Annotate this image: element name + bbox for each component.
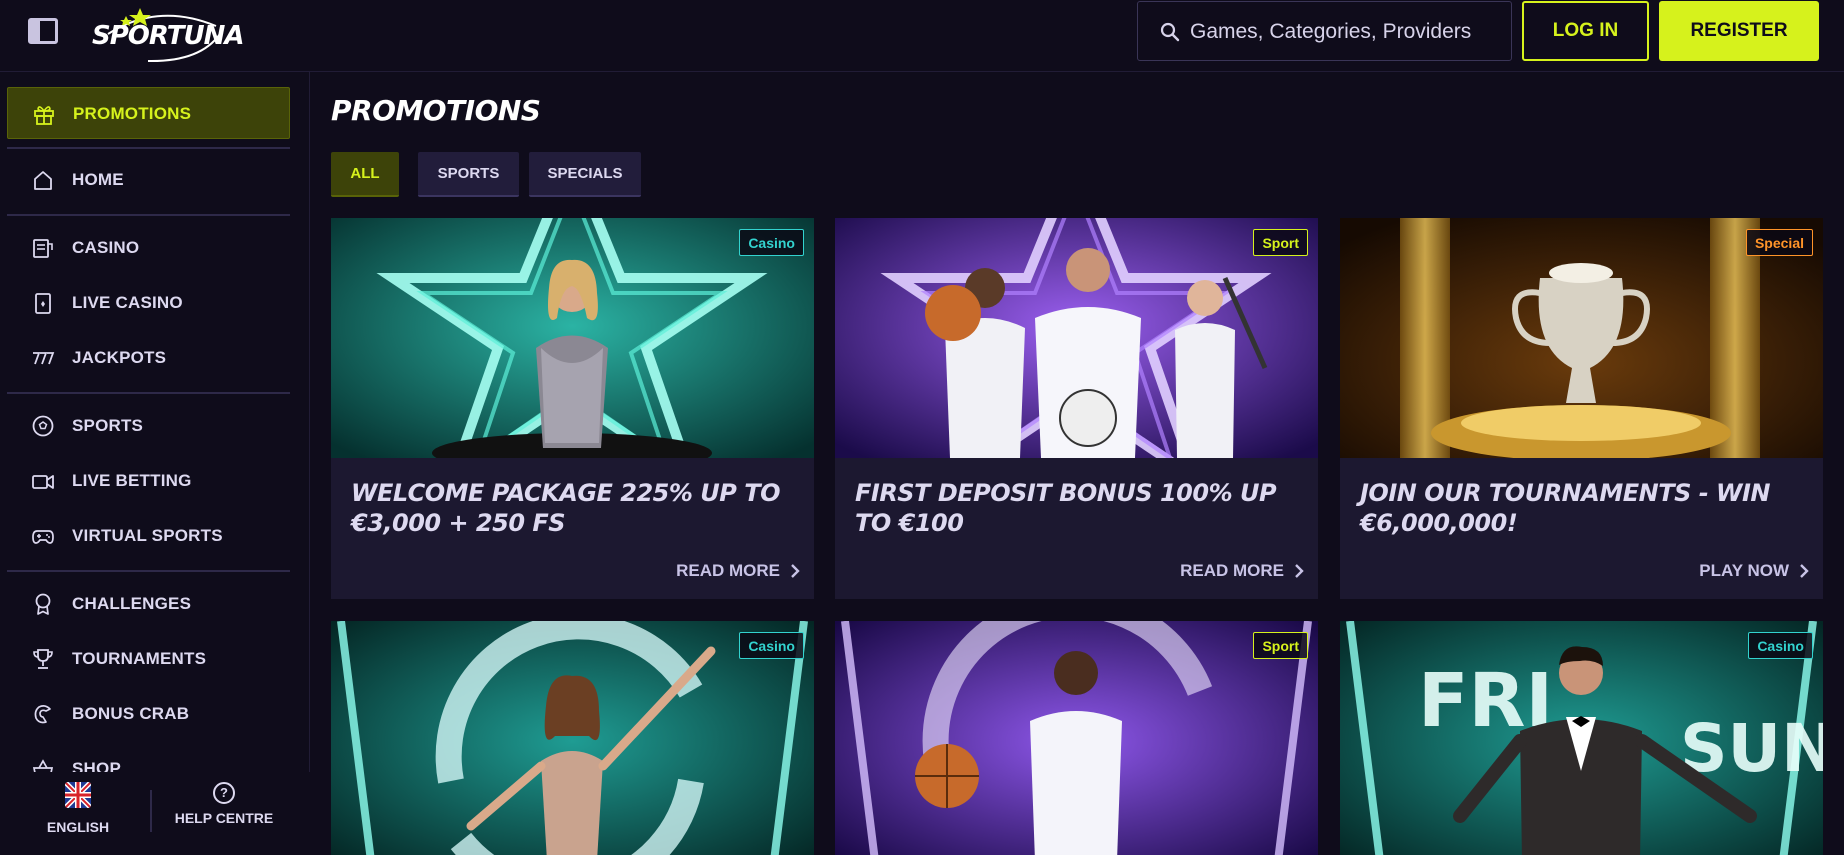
sidebar-item-label: HOME xyxy=(72,170,124,189)
language-label: ENGLISH xyxy=(46,819,110,835)
question-mark-icon: ? xyxy=(213,782,235,804)
sidebar-item-label: CHALLENGES xyxy=(72,594,192,613)
category-badge: Casino xyxy=(739,229,804,256)
chevron-right-icon xyxy=(1295,564,1304,578)
search-icon xyxy=(1160,22,1180,42)
language-selector[interactable]: ENGLISH xyxy=(42,780,114,835)
login-button[interactable]: LOG IN xyxy=(1522,1,1649,61)
sidebar-toggle-icon[interactable] xyxy=(28,18,58,44)
promo-image-basketball-player: Sport xyxy=(835,621,1318,855)
cta-label: READ MORE xyxy=(676,561,780,580)
live-casino-icon xyxy=(35,293,51,314)
sidebar-divider xyxy=(7,570,290,572)
cta-label: PLAY NOW xyxy=(1699,561,1789,580)
promo-card-weekend-casino[interactable]: FRI SUN Casino xyxy=(1340,621,1823,855)
search-placeholder: Games, Categories, Providers xyxy=(1190,20,1472,43)
promo-image-athletes: Sport xyxy=(835,218,1318,458)
gamepad-icon xyxy=(32,530,54,544)
sidebar-divider xyxy=(7,147,290,149)
sidebar-item-tournaments[interactable]: TOURNAMENTS xyxy=(7,633,290,685)
promo-card-welcome-package[interactable]: Casino WELCOME PACKAGE 225% UP TO €3,000… xyxy=(331,218,814,599)
promo-title: WELCOME PACKAGE 225% UP TO €3,000 + 250 … xyxy=(351,479,780,537)
sidebar-divider xyxy=(7,214,290,216)
help-centre-label: HELP CENTRE xyxy=(174,810,274,826)
trophy-icon xyxy=(33,649,53,669)
sidebar-footer: ENGLISH ? HELP CENTRE xyxy=(0,772,310,855)
sidebar-item-live-betting[interactable]: LIVE BETTING xyxy=(7,455,290,507)
filter-tab-sports[interactable]: SPORTS xyxy=(418,152,519,197)
medal-icon xyxy=(35,593,51,615)
sportuna-logo[interactable]: SPORTUNA xyxy=(88,4,244,64)
register-button[interactable]: REGISTER xyxy=(1659,1,1819,61)
top-bar: SPORTUNA Games, Categories, Providers LO… xyxy=(0,0,1844,72)
promo-image-casino-spin: Casino xyxy=(331,621,814,855)
sidebar-divider xyxy=(7,392,290,394)
promo-card-first-deposit[interactable]: Sport FIRST DEPOSIT BONUS 100% UP TO €10… xyxy=(835,218,1318,599)
sidebar-item-label: CASINO xyxy=(72,238,140,257)
sidebar-item-promotions[interactable]: PROMOTIONS xyxy=(7,87,290,139)
gift-icon xyxy=(34,106,54,125)
uk-flag-icon xyxy=(63,780,93,810)
read-more-link[interactable]: READ MORE xyxy=(1180,561,1304,581)
sidebar-item-label: PROMOTIONS xyxy=(73,104,192,123)
promo-card-casino-cashback[interactable]: Casino xyxy=(331,621,814,855)
promo-title: JOIN OUR TOURNAMENTS - WIN €6,000,000! xyxy=(1360,479,1771,537)
promo-card-sport-reload[interactable]: Sport xyxy=(835,621,1318,855)
sidebar-item-jackpots[interactable]: JACKPOTS xyxy=(7,332,290,384)
promo-title: FIRST DEPOSIT BONUS 100% UP TO €100 xyxy=(855,479,1277,537)
filter-tab-specials[interactable]: SPECIALS xyxy=(529,152,641,197)
video-camera-icon xyxy=(32,475,54,489)
sidebar-item-label: BONUS CRAB xyxy=(72,704,190,723)
sidebar-item-home[interactable]: HOME xyxy=(7,154,290,206)
sidebar-item-virtual-sports[interactable]: VIRTUAL SPORTS xyxy=(7,510,290,562)
filter-tab-all[interactable]: ALL xyxy=(331,152,399,197)
home-icon xyxy=(34,171,52,190)
sidebar-item-live-casino[interactable]: LIVE CASINO xyxy=(7,277,290,329)
sidebar-item-label: LIVE BETTING xyxy=(72,471,192,490)
chevron-right-icon xyxy=(791,564,800,578)
logo-text: SPORTUNA xyxy=(92,21,244,51)
casino-icon xyxy=(33,239,53,258)
footer-divider xyxy=(150,790,152,832)
cta-label: READ MORE xyxy=(1180,561,1284,580)
sidebar: PROMOTIONS HOME CASINO LIVE CASINO JACKP… xyxy=(0,72,310,855)
category-badge: Casino xyxy=(739,632,804,659)
page-title: PROMOTIONS xyxy=(331,94,541,127)
help-centre-link[interactable]: ? HELP CENTRE xyxy=(168,782,280,826)
sidebar-item-label: TOURNAMENTS xyxy=(72,649,207,668)
sidebar-item-casino[interactable]: CASINO xyxy=(7,222,290,274)
sidebar-item-label: LIVE CASINO xyxy=(72,293,183,312)
jackpot-777-icon xyxy=(33,352,55,365)
sidebar-item-bonus-crab[interactable]: BONUS CRAB xyxy=(7,688,290,740)
sidebar-item-label: SPORTS xyxy=(72,416,144,435)
chevron-right-icon xyxy=(1800,564,1809,578)
promo-image-casino-hostess: Casino xyxy=(331,218,814,458)
promo-card-tournaments[interactable]: Special JOIN OUR TOURNAMENTS - WIN €6,00… xyxy=(1340,218,1823,599)
sidebar-item-sports[interactable]: SPORTS xyxy=(7,400,290,452)
sidebar-item-label: JACKPOTS xyxy=(72,348,167,367)
read-more-link[interactable]: READ MORE xyxy=(676,561,800,581)
category-badge: Sport xyxy=(1253,632,1308,659)
soccer-ball-icon xyxy=(32,415,54,437)
sidebar-item-label: VIRTUAL SPORTS xyxy=(72,526,223,545)
promo-image-fri-sun-host: FRI SUN Casino xyxy=(1340,621,1823,855)
crab-claw-icon xyxy=(34,705,51,724)
promo-image-trophy: Special xyxy=(1340,218,1823,458)
search-input[interactable]: Games, Categories, Providers xyxy=(1137,1,1512,61)
category-badge: Sport xyxy=(1253,229,1308,256)
category-badge: Special xyxy=(1745,229,1813,256)
play-now-link[interactable]: PLAY NOW xyxy=(1699,561,1809,581)
category-badge: Casino xyxy=(1748,632,1813,659)
sidebar-item-challenges[interactable]: CHALLENGES xyxy=(7,578,290,630)
